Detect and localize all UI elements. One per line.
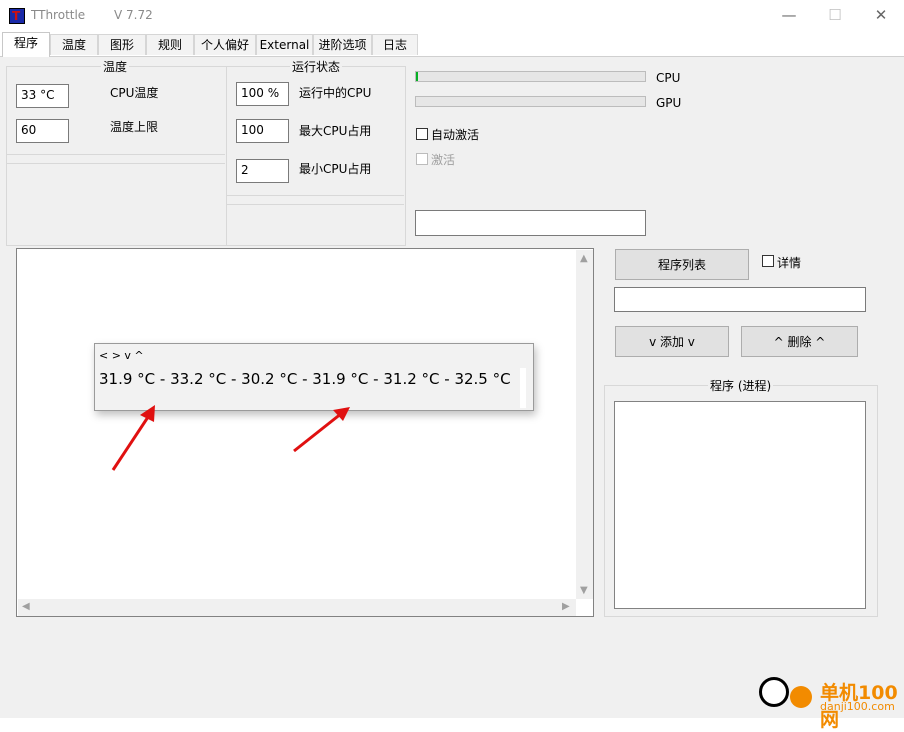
watermark-logo-icon (759, 677, 789, 707)
watermark-logo-icon (790, 686, 812, 708)
tab-program[interactable]: 程序 (2, 32, 50, 57)
watermark-url: danji100.com (820, 700, 895, 713)
delete-button[interactable]: ^ 删除 ^ (741, 326, 858, 357)
program-list-button[interactable]: 程序列表 (615, 249, 749, 280)
details-label: 详情 (777, 256, 802, 270)
program-input[interactable] (614, 287, 866, 312)
add-button[interactable]: v 添加 v (615, 326, 729, 357)
process-list[interactable] (614, 401, 866, 609)
details-checkbox[interactable] (762, 255, 774, 267)
process-group-title: 程序 (进程) (708, 377, 774, 394)
red-arrow-icon (111, 405, 155, 471)
red-arrow-icon (293, 407, 350, 453)
